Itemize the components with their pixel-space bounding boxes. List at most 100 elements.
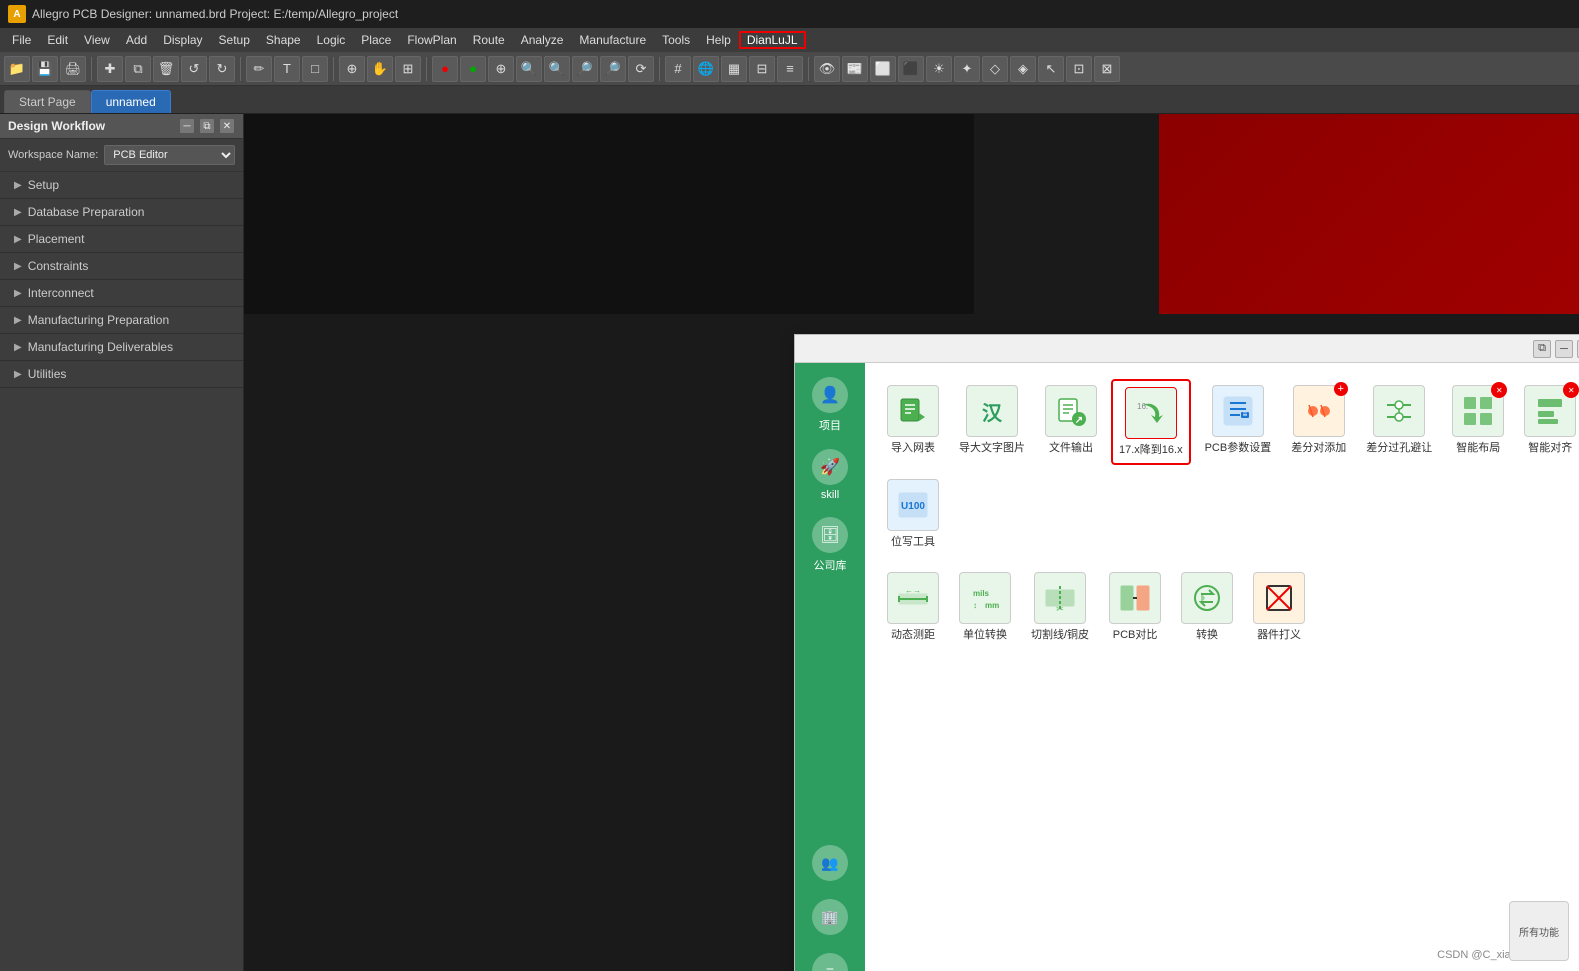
workflow-database-prep[interactable]: ▶ Database Preparation — [0, 199, 243, 226]
toolbar-undo[interactable]: ↺ — [181, 56, 207, 82]
app-icon: A — [8, 5, 26, 23]
menu-manufacture[interactable]: Manufacture — [571, 31, 654, 49]
icon-smart-layout[interactable]: ✕ 智能布局 — [1446, 379, 1510, 465]
icon-cut-copper[interactable]: ✂ 切割线/铜皮 — [1025, 566, 1095, 648]
toolbar-zoom-fit[interactable]: ⊕ — [488, 56, 514, 82]
fp-sidebar: 👤 项目 🚀 skill 🗄 公司库 👥 — [795, 363, 865, 971]
toolbar-print[interactable]: 🖨 — [60, 56, 86, 82]
menu-route[interactable]: Route — [465, 31, 513, 49]
tabs-bar: Start Page unnamed — [0, 86, 1579, 114]
toolbar-grid[interactable]: # — [665, 56, 691, 82]
toolbar-move[interactable]: ⊕ — [339, 56, 365, 82]
workflow-placement[interactable]: ▶ Placement — [0, 226, 243, 253]
toolbar-zoom2[interactable]: 🔎 — [572, 56, 598, 82]
workflow-mfg-deliverables[interactable]: ▶ Manufacturing Deliverables — [0, 334, 243, 361]
icon-ref-tool[interactable]: U100 位写工具 — [881, 473, 945, 555]
menu-file[interactable]: File — [4, 31, 39, 49]
fp-sidebar-company[interactable]: 🗄 公司库 — [805, 511, 855, 579]
menu-edit[interactable]: Edit — [39, 31, 76, 49]
toolbar-circle-red[interactable]: ● — [432, 56, 458, 82]
toolbar-text[interactable]: T — [274, 56, 300, 82]
toolbar-layers[interactable]: ▦ — [721, 56, 747, 82]
toolbar-redo[interactable]: ↻ — [209, 56, 235, 82]
unit-convert-icon: mils↕mm — [959, 572, 1011, 624]
toolbar-more1[interactable]: ⊡ — [1066, 56, 1092, 82]
menu-shape[interactable]: Shape — [258, 31, 309, 49]
toolbar-globe[interactable]: 🌐 — [693, 56, 719, 82]
menu-flowplan[interactable]: FlowPlan — [399, 31, 464, 49]
panel-close[interactable]: ✕ — [219, 118, 235, 134]
toolbar-comp2[interactable]: ⬛ — [898, 56, 924, 82]
toolbar-bright[interactable]: ✦ — [954, 56, 980, 82]
fp-sidebar-team[interactable]: 👥 — [805, 839, 855, 887]
toolbar-zoom3[interactable]: 🔎 — [600, 56, 626, 82]
menu-tools[interactable]: Tools — [654, 31, 698, 49]
fp-snap[interactable]: ⧉ — [1533, 340, 1551, 358]
corner-all-functions[interactable]: 所有功能 — [1509, 901, 1569, 961]
icon-comp-define[interactable]: 器件打义 — [1247, 566, 1311, 648]
toolbar-eye[interactable]: 👁 — [814, 56, 840, 82]
toolbar-hand[interactable]: ✋ — [367, 56, 393, 82]
toolbar-cursor[interactable]: ↖ — [1038, 56, 1064, 82]
toolbar-comp1[interactable]: ⬜ — [870, 56, 896, 82]
menu-dianlu[interactable]: DianLuJL — [739, 31, 806, 49]
toolbar-shape1[interactable]: ◇ — [982, 56, 1008, 82]
fp-sidebar-label-skill: skill — [821, 489, 839, 501]
tab-unnamed[interactable]: unnamed — [91, 90, 171, 113]
toolbar-circle-grn[interactable]: ● — [460, 56, 486, 82]
menu-analyze[interactable]: Analyze — [513, 31, 572, 49]
menu-add[interactable]: Add — [118, 31, 155, 49]
menu-setup[interactable]: Setup — [211, 31, 258, 49]
toolbar-net[interactable]: ≡ — [777, 56, 803, 82]
menu-help[interactable]: Help — [698, 31, 739, 49]
menu-view[interactable]: View — [76, 31, 118, 49]
icon-import-netlist[interactable]: 导入网表 — [881, 379, 945, 465]
icon-import-text[interactable]: 汉 导大文字图片 — [953, 379, 1031, 465]
toolbar-more2[interactable]: ⊠ — [1094, 56, 1120, 82]
toolbar-delete[interactable]: 🗑 — [153, 56, 179, 82]
icon-dynamic-dist[interactable]: ←→ 动态测距 — [881, 566, 945, 648]
toolbar-stretch[interactable]: ⊞ — [395, 56, 421, 82]
icon-unit-convert[interactable]: mils↕mm 单位转换 — [953, 566, 1017, 648]
icon-diff-pair-add[interactable]: + 差分对添加 — [1285, 379, 1352, 465]
toolbar-cross[interactable]: ✚ — [97, 56, 123, 82]
toolbar-copy[interactable]: ⧉ — [125, 56, 151, 82]
fp-sidebar-menu[interactable]: ≡ — [805, 947, 855, 971]
toolbar-open[interactable]: 📁 — [4, 56, 30, 82]
workflow-interconnect[interactable]: ▶ Interconnect — [0, 280, 243, 307]
tab-start-page[interactable]: Start Page — [4, 90, 91, 113]
menu-display[interactable]: Display — [155, 31, 210, 49]
workflow-utilities[interactable]: ▶ Utilities — [0, 361, 243, 388]
fp-sidebar-skill[interactable]: 🚀 skill — [805, 443, 855, 507]
panel-minimize[interactable]: ─ — [179, 118, 195, 134]
workflow-constraints[interactable]: ▶ Constraints — [0, 253, 243, 280]
icon-convert[interactable]: 转换 — [1175, 566, 1239, 648]
toolbar-save[interactable]: 💾 — [32, 56, 58, 82]
workflow-setup[interactable]: ▶ Setup — [0, 172, 243, 199]
fp-sidebar-person[interactable]: 👤 项目 — [805, 371, 855, 439]
icon-smart-align[interactable]: ✕ 智能对齐 — [1518, 379, 1579, 465]
toolbar-refresh[interactable]: ⟳ — [628, 56, 654, 82]
workspace-select[interactable]: PCB Editor — [104, 145, 235, 165]
icon-diff-via[interactable]: 差分过孔避让 — [1360, 379, 1438, 465]
toolbar-doc[interactable]: 📰 — [842, 56, 868, 82]
panel-restore[interactable]: ⧉ — [199, 118, 215, 134]
toolbar-shape2[interactable]: ◈ — [1010, 56, 1036, 82]
svg-text:U100: U100 — [901, 501, 925, 512]
toolbar-zoom-in[interactable]: 🔍 — [516, 56, 542, 82]
toolbar-zoom-out[interactable]: 🔍 — [544, 56, 570, 82]
fp-sidebar-building[interactable]: 🏢 — [805, 893, 855, 941]
workflow-mfg-prep[interactable]: ▶ Manufacturing Preparation — [0, 307, 243, 334]
toolbar-box[interactable]: □ — [302, 56, 328, 82]
toolbar-stack[interactable]: ⊟ — [749, 56, 775, 82]
menu-place[interactable]: Place — [353, 31, 399, 49]
menu-logic[interactable]: Logic — [309, 31, 354, 49]
icon-file-output[interactable]: ↗ 文件输出 — [1039, 379, 1103, 465]
icon-pcb-compare[interactable]: PCB对比 — [1103, 566, 1167, 648]
panel-header: Design Workflow ─ ⧉ ✕ — [0, 114, 243, 139]
toolbar-sun[interactable]: ☀ — [926, 56, 952, 82]
fp-minimize[interactable]: ─ — [1555, 340, 1573, 358]
icon-pcb-params[interactable]: ≡ PCB参数设置 — [1199, 379, 1278, 465]
icon-downgrade[interactable]: 16. 17.x降到16.x — [1111, 379, 1191, 465]
toolbar-pencil[interactable]: ✏ — [246, 56, 272, 82]
